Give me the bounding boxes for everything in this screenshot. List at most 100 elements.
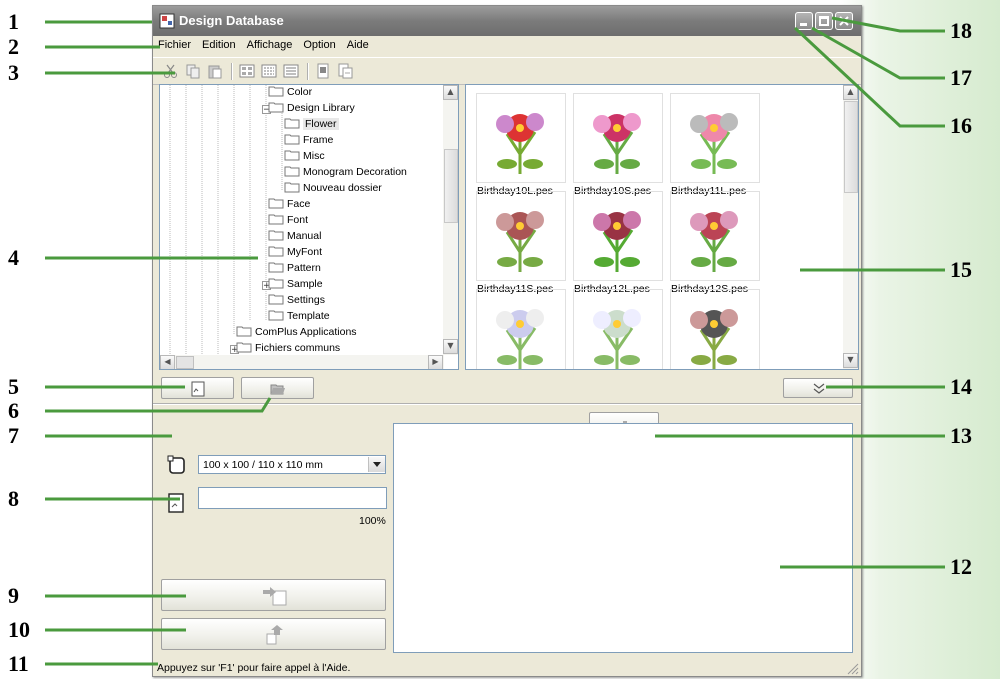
properties-button[interactable] [315,63,331,79]
callout-number: 6 [8,398,19,423]
design-thumbnail[interactable] [573,191,663,281]
paste-button[interactable] [207,63,223,79]
design-thumbnail[interactable] [573,93,663,183]
files-vertical-scrollbar[interactable]: ▲ ▼ [843,85,858,369]
tree-item[interactable]: Manual [268,229,321,245]
hoop-size-select[interactable]: 100 x 100 / 110 x 110 mm [198,455,386,474]
open-with-button[interactable] [337,63,353,79]
large-icons-button[interactable] [239,63,255,79]
tree-item[interactable]: ComPlus Applications [236,325,357,341]
design-thumbnail[interactable] [573,289,663,369]
import-design-icon [266,625,283,645]
tree-item[interactable]: Settings [268,293,325,309]
tree-horizontal-scrollbar[interactable]: ◀ ▶ [160,355,444,369]
scroll-thumb[interactable] [176,356,194,369]
expand-panel-button[interactable] [783,378,853,398]
folder-icon [284,165,300,177]
folder-icon [268,245,284,257]
maximize-button[interactable] [815,12,833,30]
tree-item[interactable]: MyFont [268,245,322,261]
import-design-button[interactable] [161,618,386,650]
tree-item[interactable]: Frame [284,133,333,149]
minimize-icon [800,23,807,26]
menu-affichage[interactable]: Affichage [242,36,299,51]
flower-design-icon [496,309,544,369]
callout-number: 14 [950,374,972,399]
document-icon [317,63,329,79]
tree-item[interactable]: Design Library [268,101,355,117]
design-thumbnail[interactable] [476,93,566,183]
callout-number: 15 [950,257,972,282]
details-view-button[interactable] [283,63,299,79]
scroll-right-arrow-icon[interactable]: ▶ [428,355,443,369]
folder-icon [284,133,300,145]
menu-fichier[interactable]: Fichier [153,36,197,51]
design-list-pane[interactable] [393,423,853,653]
open-folder-button[interactable] [241,377,314,399]
tree-item[interactable]: Pattern [268,261,321,277]
menu-edition[interactable]: Edition [197,36,242,51]
tree-item[interactable]: Monogram Decoration [284,165,407,181]
hoop-icon [167,455,185,474]
conversion-progress-bar [198,487,387,509]
scroll-thumb[interactable] [444,149,458,223]
title-bar[interactable]: Design Database [153,6,861,36]
folder-icon [236,325,252,337]
callout-number: 4 [8,245,19,270]
tree-item[interactable]: Misc [284,149,325,165]
flower-design-icon [496,113,544,174]
folder-icon [268,213,284,225]
small-icons-button[interactable] [261,63,277,79]
callout-number: 17 [950,65,972,90]
menu-option[interactable]: Option [298,36,341,51]
scroll-down-arrow-icon[interactable]: ▼ [843,353,858,368]
tree-item[interactable]: Color [268,85,312,101]
callout-number: 2 [8,34,19,59]
design-thumbnail[interactable] [476,289,566,369]
close-button[interactable] [835,12,853,30]
scroll-left-arrow-icon[interactable]: ◀ [160,355,175,369]
resize-grip-icon[interactable] [847,663,859,675]
tree-item[interactable]: Template [268,309,330,325]
tree-item[interactable]: Face [268,197,310,213]
scroll-up-arrow-icon[interactable]: ▲ [443,85,458,100]
design-thumbnail[interactable] [670,191,760,281]
toolbar [153,57,861,85]
callout-number: 10 [8,617,30,642]
status-bar: Appuyez sur 'F1' pour faire appel à l'Ai… [153,660,861,676]
scroll-thumb[interactable] [844,101,858,193]
close-icon [839,16,849,26]
tree-item-selected[interactable]: Flower [284,117,339,133]
tree-item[interactable]: Font [268,213,308,229]
chevron-down-icon [373,462,381,467]
folder-icon [284,149,300,161]
folder-tree-pane[interactable]: Color − Design Library Flower Frame Misc… [159,84,459,370]
folder-icon [268,229,284,241]
file-thumbnails-pane[interactable]: Birthday10L.pes Birthday10S.pes Birthday11… [465,84,859,370]
folder-icon [268,261,284,273]
cut-button[interactable] [163,63,179,79]
callout-number: 16 [950,113,972,138]
minimize-button[interactable] [795,12,813,30]
tree-item[interactable]: Nouveau dossier [284,181,382,197]
scroll-down-arrow-icon[interactable]: ▼ [443,339,458,354]
tree-vertical-scrollbar[interactable]: ▲ ▼ [443,85,458,355]
tree-item[interactable]: Sample [268,277,323,293]
callout-number: 11 [8,651,29,676]
dropdown-button[interactable] [368,457,385,472]
design-thumbnail[interactable] [670,289,760,369]
design-thumbnail[interactable] [476,191,566,281]
details-icon [283,64,299,78]
flower-design-icon [593,113,641,174]
callout-number: 5 [8,374,19,399]
design-database-window: Design Database Fichier Edition Affichage O… [152,5,862,677]
toolbar-separator [307,63,309,80]
menu-aide[interactable]: Aide [342,36,375,51]
callout-number: 18 [950,18,972,43]
preview-button[interactable] [161,377,234,399]
scroll-up-arrow-icon[interactable]: ▲ [843,85,858,100]
copy-button[interactable] [185,63,201,79]
transfer-to-card-button[interactable] [161,579,386,611]
callout-number: 1 [8,9,19,34]
design-thumbnail[interactable] [670,93,760,183]
